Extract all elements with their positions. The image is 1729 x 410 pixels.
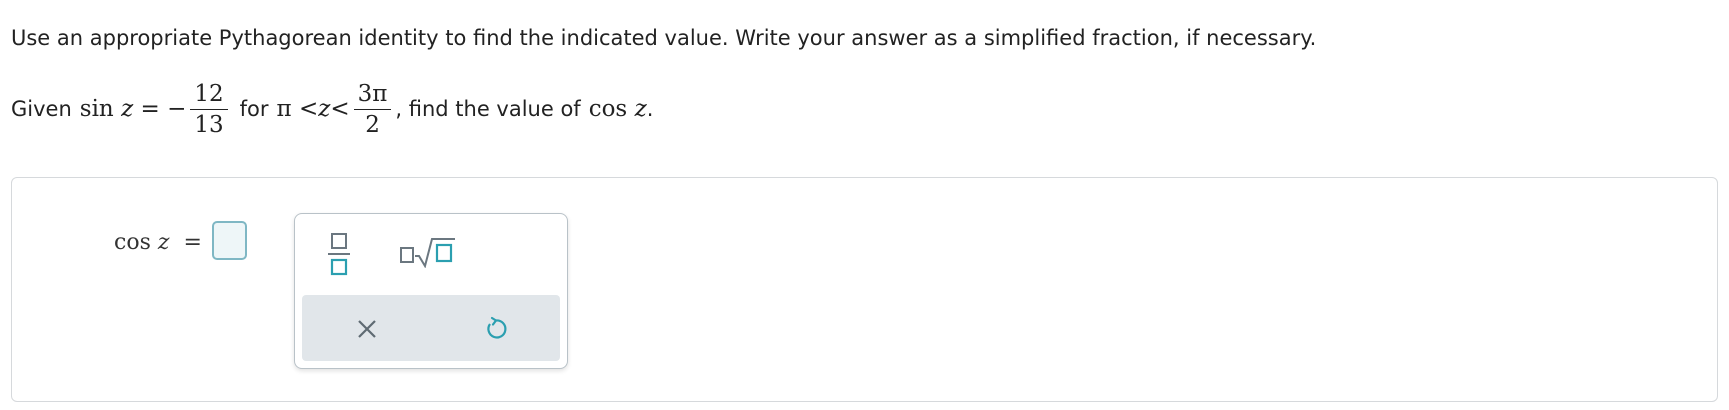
clear-button[interactable]	[355, 317, 379, 341]
cos-variable: z	[634, 96, 647, 122]
fraction-template-button[interactable]	[325, 232, 353, 276]
cos-function: cos	[588, 96, 628, 122]
sin-function: sin	[79, 96, 114, 122]
sin-numerator: 12	[194, 80, 224, 107]
palette-action-bar	[302, 295, 560, 361]
given-statement: Given sin z = − 12 13 for π <z< 3π 2 , f…	[11, 74, 653, 144]
sin-expression: sin z = −	[80, 96, 187, 122]
answer-equals: =	[183, 230, 202, 255]
sin-variable: z	[121, 96, 134, 122]
answer-input[interactable]	[212, 221, 247, 260]
less-than-1: <	[298, 96, 319, 122]
upper-numerator: 3π	[357, 80, 388, 107]
math-palette	[294, 213, 568, 369]
upper-bound-fraction: 3π 2	[353, 79, 392, 140]
close-icon	[358, 320, 376, 338]
interval-variable: z	[318, 96, 331, 122]
answer-variable: z	[157, 230, 170, 255]
less-than-2: <	[330, 96, 350, 122]
sin-denominator: 13	[194, 111, 224, 138]
for-text: for	[239, 97, 269, 121]
find-text: , find the value of	[395, 97, 581, 121]
undo-button[interactable]	[483, 316, 509, 342]
fraction-template-icon	[328, 233, 350, 276]
equals-negative: = −	[140, 96, 187, 122]
nth-root-template-button[interactable]	[399, 236, 457, 269]
answer-panel: cos z =	[11, 177, 1718, 402]
nth-root-template-icon	[400, 238, 455, 269]
interval-expression: π <z<	[277, 96, 350, 122]
answer-label: cos z =	[114, 230, 202, 255]
pi-symbol: π	[276, 96, 292, 122]
answer-cos-function: cos	[114, 230, 151, 255]
given-prefix: Given	[11, 97, 72, 121]
sin-value-fraction: 12 13	[190, 79, 228, 140]
period: .	[646, 97, 654, 121]
upper-denominator: 2	[365, 111, 380, 138]
instructions-text: Use an appropriate Pythagorean identity …	[11, 26, 1317, 50]
undo-icon	[487, 316, 507, 339]
cos-target: cos z	[589, 96, 647, 122]
